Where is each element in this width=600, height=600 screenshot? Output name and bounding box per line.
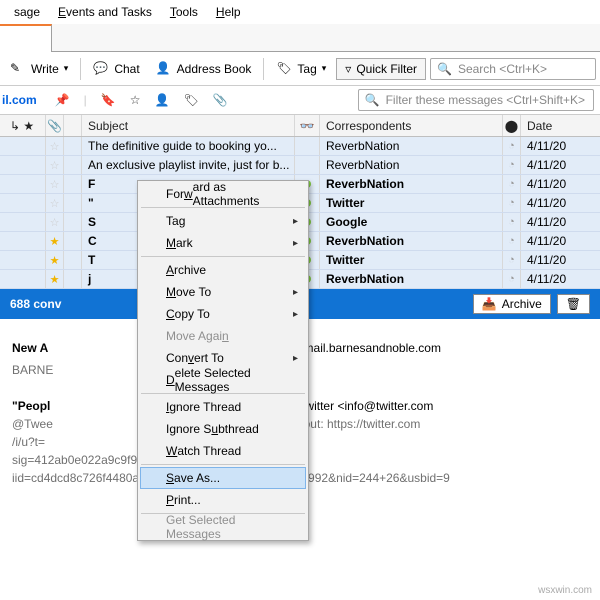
ctx-archive[interactable]: Archive <box>140 259 306 281</box>
ctx-save-as[interactable]: Save As... <box>140 467 306 489</box>
star-icon[interactable]: ☆ <box>50 216 60 229</box>
ctx-ignore-thread[interactable]: Ignore Thread <box>140 396 306 418</box>
cell-date: 4/11/20 <box>521 137 600 155</box>
chat-button[interactable]: 💬Chat <box>87 57 145 81</box>
cell-date: 4/11/20 <box>521 232 600 250</box>
col-thread[interactable]: ↳ ★ <box>0 115 46 136</box>
ctx-get-selected: Get Selected Messages <box>140 516 306 538</box>
watermark: wsxwin.com <box>538 585 592 596</box>
col-spacer <box>64 115 82 136</box>
ctx-mark[interactable]: Mark <box>140 232 306 254</box>
addressbook-icon: 👤 <box>156 61 172 77</box>
search-icon: 🔍 <box>365 93 380 107</box>
ctx-tag[interactable]: Tag <box>140 210 306 232</box>
clock-icon: ◔ <box>508 197 515 209</box>
table-row[interactable]: ☆ The definitive guide to booking yo... Re… <box>0 137 600 156</box>
cell-date: 4/11/20 <box>521 270 600 288</box>
clock-icon: ◔ <box>508 254 515 266</box>
mailbox-label[interactable]: il.com <box>0 93 45 107</box>
message-filter-input[interactable]: 🔍Filter these messages <Ctrl+Shift+K> <box>358 89 594 111</box>
cell-subject: The definitive guide to booking yo... <box>82 137 295 155</box>
col-date[interactable]: Date <box>521 115 600 136</box>
cell-from: Twitter <box>320 251 503 269</box>
search-icon: 🔍 <box>437 62 452 76</box>
conversation-count: 688 conv <box>10 297 61 311</box>
ctx-move[interactable]: Move To <box>140 281 306 303</box>
cell-from: ReverbNation <box>320 156 503 174</box>
clock-icon: ◔ <box>508 216 515 228</box>
global-search[interactable]: 🔍Search <Ctrl+K> <box>430 58 596 80</box>
tag-button[interactable]: 🏷Tag▾ <box>270 57 332 81</box>
col-attach[interactable]: 📎 <box>46 115 64 136</box>
cell-from: Google <box>320 213 503 231</box>
col-subject[interactable]: Subject <box>82 115 295 136</box>
active-tab[interactable] <box>0 24 52 52</box>
column-headers: ↳ ★ 📎 Subject 👓 Correspondents ⬤ Date <box>0 115 600 137</box>
star-icon[interactable]: ☆ <box>50 178 60 191</box>
ctx-move-again: Move Again <box>140 325 306 347</box>
cell-from: Twitter <box>320 194 503 212</box>
star-icon[interactable]: ★ <box>50 273 60 286</box>
archive-button[interactable]: 📥 Archive <box>473 294 551 314</box>
cell-subject: An exclusive playlist invite, just for b… <box>82 156 295 174</box>
menubar: sage Events and Tasks Tools Help <box>0 0 600 24</box>
ctx-copy[interactable]: Copy To <box>140 303 306 325</box>
menu-help[interactable]: Help <box>208 2 249 22</box>
clock-icon: ◔ <box>508 140 515 152</box>
menu-tools[interactable]: Tools <box>162 2 206 22</box>
star-icon[interactable]: ★ <box>50 235 60 248</box>
table-row[interactable]: ☆ An exclusive playlist invite, just for … <box>0 156 600 175</box>
bookmark-icon[interactable]: 🔖 <box>101 93 116 107</box>
filter-bar: il.com 📌 | 🔖 ☆ 👤 🏷 📎 🔍Filter these messa… <box>0 86 600 115</box>
attach-filter-icon[interactable]: 📎 <box>213 93 228 107</box>
star-icon[interactable]: ★ <box>50 254 60 267</box>
filter-icon: ▿ <box>345 62 351 76</box>
ctx-watch-thread[interactable]: Watch Thread <box>140 440 306 462</box>
col-correspondents[interactable]: Correspondents <box>320 115 503 136</box>
pencil-icon: ✎ <box>10 61 26 77</box>
col-read[interactable]: 👓 <box>295 115 320 136</box>
address-book-button[interactable]: 👤Address Book <box>150 57 258 81</box>
cell-date: 4/11/20 <box>521 251 600 269</box>
filter-icons: 📌 | 🔖 ☆ 👤 🏷 📎 <box>45 93 238 107</box>
col-remind[interactable]: ⬤ <box>503 115 521 136</box>
cell-from: ReverbNation <box>320 175 503 193</box>
person-icon[interactable]: 👤 <box>154 93 169 107</box>
cell-date: 4/11/20 <box>521 194 600 212</box>
star-icon[interactable]: ☆ <box>50 197 60 210</box>
clock-icon: ◔ <box>508 273 515 285</box>
clock-icon: ◔ <box>508 159 515 171</box>
ctx-forward[interactable]: Forward as Attachments <box>140 183 306 205</box>
ctx-ignore-subthread[interactable]: Ignore Subthread <box>140 418 306 440</box>
tab-strip <box>0 24 600 52</box>
write-button[interactable]: ✎Write▾ <box>4 57 74 81</box>
star-icon[interactable]: ☆ <box>50 140 60 153</box>
tag-icon: 🏷 <box>276 61 292 77</box>
cell-date: 4/11/20 <box>521 213 600 231</box>
delete-button[interactable]: 🗑 <box>557 294 590 314</box>
cell-from: ReverbNation <box>320 137 503 155</box>
cell-from: ReverbNation <box>320 232 503 250</box>
ctx-print[interactable]: Print... <box>140 489 306 511</box>
tag-filter-icon[interactable]: 🏷 <box>183 93 198 107</box>
pin-icon[interactable]: 📌 <box>55 93 70 107</box>
ctx-delete[interactable]: Delete Selected Messages <box>140 369 306 391</box>
menu-message[interactable]: sage <box>6 2 48 22</box>
context-menu: Forward as Attachments Tag Mark Archive … <box>137 180 309 541</box>
chat-icon: 💬 <box>93 61 109 77</box>
toolbar: ✎Write▾ 💬Chat 👤Address Book 🏷Tag▾ ▿Quick… <box>0 52 600 86</box>
quick-filter-button[interactable]: ▿Quick Filter <box>336 58 426 80</box>
clock-icon: ◔ <box>508 178 515 190</box>
star-icon[interactable]: ☆ <box>50 159 60 172</box>
star-icon[interactable]: ☆ <box>130 93 141 107</box>
cell-from: ReverbNation <box>320 270 503 288</box>
clock-icon: ◔ <box>508 235 515 247</box>
menu-events[interactable]: Events and Tasks <box>50 2 160 22</box>
cell-date: 4/11/20 <box>521 175 600 193</box>
cell-date: 4/11/20 <box>521 156 600 174</box>
